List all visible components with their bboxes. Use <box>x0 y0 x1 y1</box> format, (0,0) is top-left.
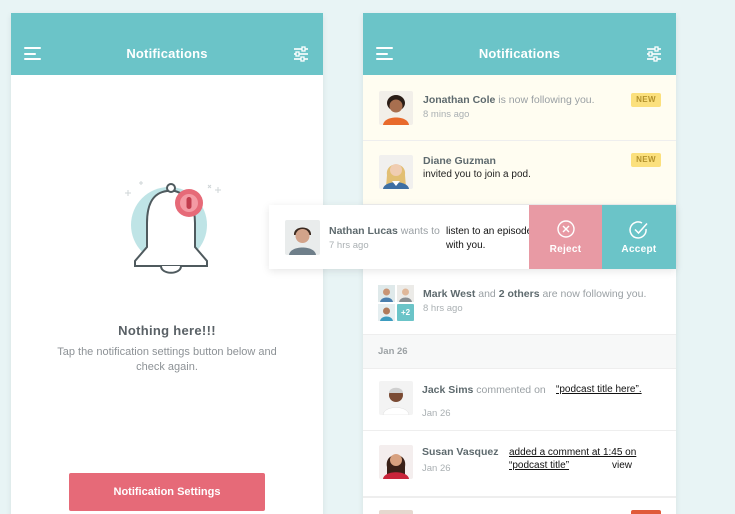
reject-label: Reject <box>549 244 582 255</box>
others-link[interactable]: 2 others <box>499 288 540 300</box>
page-title: Notifications <box>478 46 561 61</box>
empty-state-title: Nothing here!!! <box>118 323 216 338</box>
notification-item[interactable] <box>363 497 676 514</box>
view-link[interactable]: view <box>612 460 632 471</box>
accept-label: Accept <box>621 244 657 255</box>
group-avatars: +2 <box>378 285 414 321</box>
sender-name[interactable]: Nathan Lucas <box>329 225 398 237</box>
avatar <box>285 220 320 255</box>
sender-name[interactable]: Diane Guzman <box>423 155 496 167</box>
avatar <box>378 304 395 321</box>
notification-text: commented on <box>473 384 546 396</box>
filter-settings-icon[interactable] <box>646 46 662 62</box>
timestamp: 8 hrs ago <box>423 303 463 314</box>
date-separator: Jan 26 <box>363 335 676 369</box>
notification-item[interactable]: Jonathan Cole is now following you. 8 mi… <box>363 75 676 141</box>
podcast-link[interactable]: “podcast title here”. <box>556 384 642 395</box>
timestamp: Jan 26 <box>422 463 451 474</box>
podcast-link[interactable]: “podcast title” <box>509 460 569 471</box>
timestamp: Jan 26 <box>422 408 451 419</box>
request-message: listen to an episode with you. <box>446 226 533 251</box>
avatar <box>379 445 413 479</box>
app-bar: Notifications <box>363 13 676 75</box>
check-circle-icon <box>629 221 648 239</box>
swiped-notification-content[interactable]: Nathan Lucas wants to listen to an episo… <box>269 205 532 269</box>
notification-item[interactable]: Jack Sims commented on “podcast title he… <box>363 369 676 431</box>
date-label: Jan 26 <box>378 346 408 357</box>
close-circle-icon <box>556 220 575 238</box>
notification-settings-button[interactable]: Notification Settings <box>69 473 265 511</box>
notification-text: is now following you. <box>495 94 595 106</box>
filter-settings-icon[interactable] <box>293 46 309 62</box>
sender-name[interactable]: Jonathan Cole <box>423 94 495 106</box>
app-bar: Notifications <box>11 13 323 75</box>
sender-name[interactable]: Mark West <box>423 288 475 300</box>
sender-name[interactable]: Susan Vasquez <box>422 446 498 458</box>
sender-name[interactable]: Jack Sims <box>422 384 473 396</box>
page-title: Notifications <box>126 46 208 61</box>
timestamp: 8 mins ago <box>423 109 470 120</box>
avatar <box>378 285 395 302</box>
notification-text: are now following you. <box>539 288 647 300</box>
notification-item[interactable]: Diane Guzman invited you to join a pod. … <box>363 141 676 205</box>
accept-button[interactable]: Accept <box>602 205 676 269</box>
notification-text: wants to <box>397 225 440 237</box>
badge <box>631 510 661 514</box>
avatar <box>379 155 413 189</box>
avatar <box>397 285 414 302</box>
avatar <box>379 510 413 514</box>
new-badge: NEW <box>631 93 661 107</box>
more-count-badge: +2 <box>397 304 414 321</box>
empty-state-message: Tap the notification settings button bel… <box>57 346 277 373</box>
notification-item[interactable]: +2 Mark West and 2 others are now follow… <box>363 269 676 335</box>
swiped-notification-card[interactable]: Nathan Lucas wants to listen to an episo… <box>269 205 676 269</box>
notification-text: invited you to join a pod. <box>423 169 531 180</box>
sender-name-line: Diane Guzman <box>423 154 496 168</box>
notification-item[interactable]: Susan Vasquez added a comment at 1:45 on… <box>363 431 676 497</box>
empty-bell-illustration <box>125 181 221 274</box>
avatar <box>379 91 413 125</box>
comment-link[interactable]: added a comment at 1:45 on <box>509 447 636 458</box>
new-badge: NEW <box>631 153 661 167</box>
connector-text: and <box>475 288 499 300</box>
avatar <box>379 381 413 415</box>
timestamp: 7 hrs ago <box>329 240 369 251</box>
reject-button[interactable]: Reject <box>529 205 602 269</box>
